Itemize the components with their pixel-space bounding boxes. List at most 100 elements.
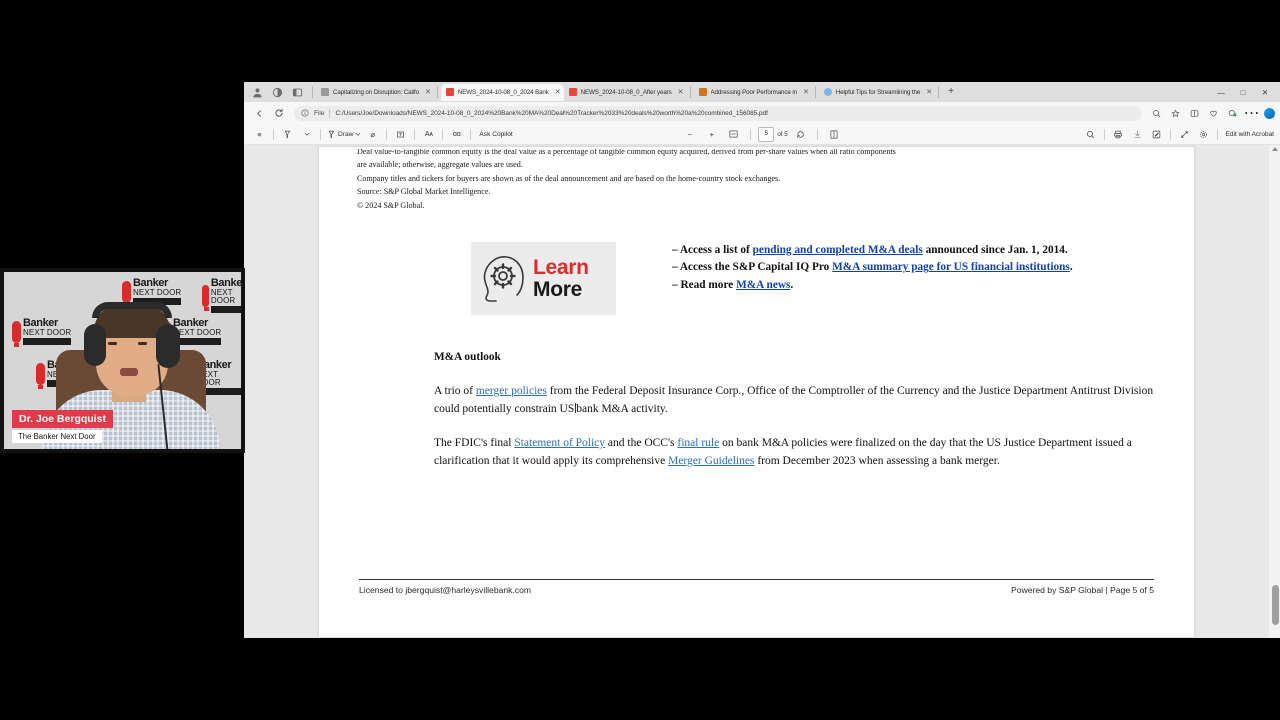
backdrop-brand-line2: NEXT DOOR — [210, 288, 236, 305]
microphone-icon — [122, 280, 131, 307]
webcam-overlay: Banker NEXT DOOR Banker NEXT DOOR Banker… — [0, 268, 245, 453]
highlight-icon[interactable] — [278, 126, 297, 142]
microphone-icon — [12, 320, 21, 347]
backdrop-logo-text: Banker NEXT DOOR — [133, 278, 182, 305]
tab-strip: Capitalizing on Disruption: Califo ✕ NEW… — [244, 82, 1280, 102]
draw-dropdown-icon[interactable] — [355, 131, 361, 137]
toolbar-divider — [1169, 128, 1171, 140]
zoom-in-button[interactable]: + — [702, 126, 721, 142]
footnote-copyright: © 2024 S&P Global. — [357, 200, 425, 210]
tab-favicon — [321, 88, 329, 96]
link-merger-guidelines[interactable]: Merger Guidelines — [668, 455, 754, 467]
pdf-toolbar-right: Edit with Acrobat — [1081, 126, 1274, 142]
speaker-subtitle-banner: The Banker Next Door — [12, 430, 102, 443]
tab-close-icon[interactable]: ✕ — [676, 89, 684, 96]
browser-tab-4[interactable]: Helpful Tips for Streamlining the ✕ — [819, 84, 935, 101]
link-final-rule[interactable]: final rule — [677, 437, 719, 449]
minimize-button[interactable]: — — [1210, 82, 1232, 102]
toolbar-divider — [470, 128, 472, 140]
pdf-toolbar: ≡ Draw ⌀ Aᴀ ɑɑ Ask Copilot − + 5 of 5 Ed… — [244, 124, 1280, 145]
tab-close-icon[interactable]: ✕ — [423, 89, 431, 96]
address-url-text: C:/Users/Joe/Downloads/NEWS_2024-10-08_0… — [335, 109, 768, 117]
split-screen-icon[interactable] — [1185, 104, 1204, 122]
backdrop-brand-line2: NEXT DOOR — [23, 328, 72, 337]
read-aloud-icon[interactable]: Aᴀ — [419, 126, 438, 142]
backdrop-logo-bar — [173, 338, 222, 345]
brain-gear-icon — [483, 255, 524, 302]
paragraph-fdic-occ: The FDIC's final Statement of Policy and… — [434, 435, 1168, 471]
add-text-icon[interactable] — [391, 126, 410, 142]
erase-icon[interactable]: ⌀ — [363, 126, 382, 142]
para2-text-d: from December 2023 when assessing a bank… — [754, 454, 1000, 467]
table-of-contents-icon[interactable]: ≡ — [250, 126, 269, 142]
link-ma-summary-page[interactable]: M&A summary page for US financial instit… — [832, 261, 1070, 273]
link-statement-of-policy[interactable]: Statement of Policy — [514, 437, 605, 449]
browser-tab-2[interactable]: NEWS_2024-10-08_0_After years ✕ — [564, 84, 687, 101]
save-icon[interactable] — [1128, 126, 1147, 142]
zoom-icon[interactable] — [1147, 104, 1166, 122]
browser-tab-0[interactable]: Capitalizing on Disruption: Califo ✕ — [316, 84, 434, 101]
microphone-icon — [36, 362, 45, 389]
scroll-up-arrow-icon[interactable] — [1272, 147, 1278, 151]
annotate-icon[interactable] — [1147, 126, 1166, 142]
link-merger-policies[interactable]: merger policies — [476, 385, 547, 397]
copilot-icon[interactable] — [1264, 107, 1275, 119]
highlight-dropdown-icon[interactable] — [297, 126, 316, 142]
toolbar-divider — [386, 128, 388, 140]
footer-divider — [359, 579, 1154, 580]
learn-label: Learn — [533, 256, 589, 279]
fit-to-page-icon[interactable] — [724, 126, 743, 142]
edit-with-acrobat-button[interactable]: Edit with Acrobat — [1222, 131, 1274, 138]
tab-actions-icon[interactable] — [272, 87, 283, 98]
footer-powered-by-text: Powered by S&P Global | Page 5 of 5 — [1010, 585, 1154, 595]
settings-gear-icon[interactable] — [1194, 126, 1213, 142]
favorite-star-icon[interactable] — [1166, 104, 1185, 122]
reload-icon[interactable] — [269, 104, 289, 122]
page-layout-icon[interactable] — [825, 126, 844, 142]
tab-close-icon[interactable]: ✕ — [553, 89, 561, 96]
search-icon[interactable] — [1081, 126, 1100, 142]
print-icon[interactable] — [1109, 126, 1128, 142]
tab-label: Addressing Poor Performance in — [710, 88, 797, 96]
new-tab-button[interactable]: + — [942, 87, 960, 97]
speaker-eye-right — [138, 342, 147, 345]
translate-icon[interactable]: ɑɑ — [447, 126, 466, 142]
fullscreen-icon[interactable] — [1175, 126, 1194, 142]
browser-tab-1[interactable]: NEWS_2024-10-08_0_2024 Bank ✕ — [440, 83, 564, 101]
bullet-suffix: announced since Jan. 1, 2014. — [922, 244, 1068, 256]
browser-essentials-icon[interactable] — [1223, 104, 1242, 122]
tab-close-icon[interactable]: ✕ — [801, 89, 809, 96]
maximize-button[interactable]: □ — [1232, 82, 1254, 102]
tab-label: NEWS_2024-10-08_0_After years — [580, 88, 672, 96]
learn-more-block: Learn More – Access a list of pending an… — [361, 242, 1166, 315]
tab-favicon — [698, 88, 707, 96]
tab-divider — [436, 86, 438, 98]
address-bar[interactable]: File C:/Users/Joe/Downloads/NEWS_2024-10… — [294, 105, 1142, 121]
close-window-button[interactable]: ✕ — [1254, 82, 1276, 102]
ask-copilot-button[interactable]: Ask Copilot — [475, 131, 516, 138]
vertical-tabs-icon[interactable] — [292, 87, 303, 98]
vertical-scrollbar[interactable] — [1269, 145, 1280, 638]
collections-icon[interactable] — [1204, 104, 1223, 122]
scrollbar-thumb[interactable] — [1272, 585, 1279, 625]
toolbar-divider — [414, 128, 416, 140]
toolbar-divider — [442, 128, 444, 140]
tab-close-icon[interactable]: ✕ — [924, 89, 932, 96]
browser-tab-3[interactable]: Addressing Poor Performance in ✕ — [694, 84, 812, 101]
paragraph-merger-policies: A trio of merger policies from the Feder… — [434, 383, 1168, 419]
link-ma-news[interactable]: M&A news — [736, 279, 790, 291]
headphone-earcup-right — [156, 324, 180, 368]
link-pending-completed-deals[interactable]: pending and completed M&A deals — [753, 244, 923, 256]
zoom-out-button[interactable]: − — [680, 126, 699, 142]
back-icon[interactable] — [249, 104, 269, 122]
page-number-input[interactable]: 5 — [758, 126, 775, 142]
profile-icon[interactable] — [252, 87, 263, 98]
toolbar-divider — [816, 128, 818, 140]
footer-license-text: Licensed to jbergquist@harleysvillebank.… — [359, 585, 532, 595]
speaker-name-banner: Dr. Joe Bergquist — [12, 410, 113, 428]
more-options-icon[interactable]: ⋯ — [1242, 104, 1261, 122]
rotate-icon[interactable] — [791, 126, 810, 142]
draw-tool[interactable]: Draw — [325, 130, 363, 139]
bullet-prefix: – Access the S&P Capital IQ Pro — [672, 261, 833, 274]
toolbar-divider — [750, 128, 752, 140]
